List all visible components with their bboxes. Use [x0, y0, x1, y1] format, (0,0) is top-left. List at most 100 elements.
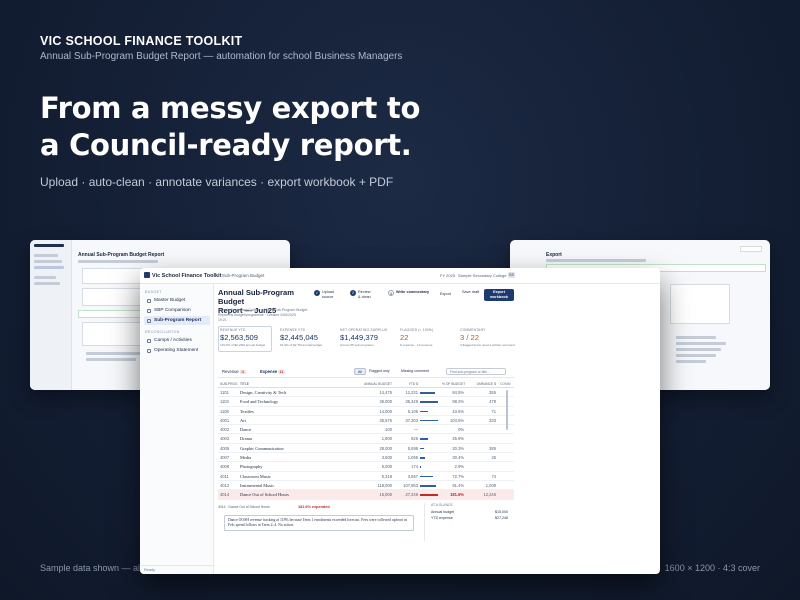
table-row[interactable]: 4014 Dance Out of School Hours 15,000 27,24…: [218, 490, 514, 500]
percent-bar: [420, 438, 429, 441]
cell-code: 4001: [220, 417, 230, 423]
cell-title: Media: [240, 455, 252, 461]
sidebar-item-sbp-comparison[interactable]: SBP Comparison: [144, 306, 210, 315]
cell-variance: 333: [489, 417, 496, 423]
app-logo[interactable]: Vic School Finance Toolkit: [144, 272, 221, 279]
col-comment[interactable]: COMM: [500, 381, 510, 388]
detail-panel: 4014 · Dance Out of School Hours 181.6% …: [218, 503, 514, 551]
filter-missing-comment[interactable]: Missing comment: [398, 368, 432, 375]
cell-title: Art: [240, 417, 246, 423]
table-row[interactable]: 1108 Textiles 14,000 6,106 43.6% 71: [218, 407, 514, 416]
cell-title: Dance: [240, 427, 252, 433]
table-row[interactable]: 1103 Food and Technology 36,000 35,349 98.2%…: [218, 397, 514, 407]
cell-variance: 355: [489, 390, 496, 395]
cell-ytd: 5,695: [407, 445, 418, 451]
fiscal-year[interactable]: FY 2025: [440, 273, 455, 278]
percent-bar: [420, 401, 438, 403]
glance-row: YTD expense $27,246: [431, 515, 510, 521]
col-variance[interactable]: VARIANCE $: [468, 381, 496, 388]
col-ytd[interactable]: YTD $: [396, 381, 418, 388]
sidebar-item-label: SBP Comparison: [154, 308, 191, 313]
avatar[interactable]: SS: [508, 272, 515, 278]
footer-note: Sample data shown — all: [40, 563, 143, 573]
cell-annual: 118,000: [377, 482, 393, 488]
table-row[interactable]: 4011 Classroom Music 5,319 3,867 72.7% 74: [218, 472, 514, 481]
sidebar-item-camps[interactable]: Camps / Activities: [144, 336, 210, 345]
search-input[interactable]: Find sub-program or title…: [446, 368, 506, 375]
cell-pct: 2.9%: [454, 464, 464, 470]
cell-pct: 45.9%: [452, 436, 464, 442]
table-row[interactable]: 4012 Instrumental Music 118,000 107,853 91.4…: [218, 481, 514, 491]
glance-key: YTD expense: [431, 516, 453, 520]
preview-right-title: Export: [546, 252, 562, 258]
kpi-expense: EXPENSE YTD $2,445,045 91.9% of $2.7M annu…: [280, 328, 336, 360]
kpi-commentary: COMMENTARY 3 / 22 3 flagged items need a w…: [460, 328, 516, 360]
col-pct[interactable]: % OF BUDGET: [442, 381, 465, 388]
tagline: Upload · auto-clean · annotate variances…: [40, 175, 394, 189]
logo-icon: [144, 272, 150, 278]
cell-code: 4011: [220, 473, 229, 479]
table-row[interactable]: 1101 Design, Creativity & Tech 14,475 12,23…: [218, 388, 514, 398]
kpi-label: COMMENTARY: [460, 328, 486, 332]
table-row[interactable]: 4003 Drama 1,800 826 45.9%: [218, 434, 514, 444]
cell-title: Photography: [240, 464, 263, 470]
cell-annual: 6,000: [381, 464, 392, 470]
table-row[interactable]: 4005 Graphic Communication 28,000 5,695 20.3…: [218, 444, 514, 454]
col-annual[interactable]: ANNUAL BUDGET: [364, 381, 392, 388]
app-window: Vic School Finance Toolkit Sub-Program B…: [140, 268, 660, 574]
tab-expense[interactable]: Expense 11: [260, 369, 285, 374]
table-row[interactable]: 4001 Art 35,675 37,303 104.6% 333: [218, 416, 514, 426]
table-row[interactable]: 4007 Media 3,500 1,065 30.4% 25: [218, 453, 514, 463]
kpi-surplus: NET OPERATING SURPLUS $1,449,379 Across 55…: [340, 328, 396, 360]
cell-pct: 30.4%: [452, 455, 464, 461]
check-icon: ✓: [314, 290, 320, 296]
breadcrumb[interactable]: Sub-Program Budget: [222, 273, 264, 278]
percent-bar: [420, 475, 434, 478]
tab-label: Expense: [260, 369, 278, 374]
cell-variance: 12,246: [483, 492, 496, 498]
table-row[interactable]: 4002 Dance 100 — 0%: [218, 425, 514, 435]
statement-icon: [147, 348, 151, 353]
school-name[interactable]: Sample Secondary College: [458, 273, 506, 278]
cell-title: Design, Creativity & Tech: [240, 390, 287, 395]
cell-pct: 72.7%: [452, 473, 464, 479]
filter-flagged-only[interactable]: Flagged only: [366, 368, 393, 375]
preview-sidebar: [30, 240, 72, 390]
kpi-flagged: FLAGGED (> 100%) 22 8 expense · 14 revenue: [400, 328, 456, 360]
status-bar: Ready: [140, 565, 214, 574]
commentary-field[interactable]: Dance OOSH revenue tracking at 118% beca…: [224, 515, 414, 531]
sidebar-item-sub-program-report[interactable]: Sub-Program Report: [144, 316, 210, 325]
tab-revenue[interactable]: Revenue 11: [222, 369, 247, 374]
cell-ytd: 12,231: [405, 390, 418, 395]
cell-ytd: 35,349: [405, 399, 418, 405]
sidebar-item-operating-statement[interactable]: Operating Statement: [144, 346, 210, 355]
save-draft-button[interactable]: Save draft: [462, 290, 480, 295]
filter-all[interactable]: All: [354, 368, 366, 375]
cell-code: 4007: [220, 455, 230, 461]
sidebar-section-budget: BUDGET: [145, 290, 162, 294]
export-workbook-button[interactable]: Export workbook: [484, 289, 514, 301]
table-row[interactable]: 4008 Photography 6,000 174 2.9%: [218, 462, 514, 472]
kpi-sub: 8 expense · 14 revenue: [400, 343, 433, 347]
sidebar-section-reconciliation: RECONCILIATION: [145, 330, 180, 334]
sidebar-item-master-budget[interactable]: Master Budget: [144, 296, 210, 305]
page-title-line-1: Annual Sub-Program Budget: [218, 288, 294, 306]
col-code[interactable]: SUB-PROG: [220, 381, 238, 388]
col-title[interactable]: TITLE: [240, 381, 249, 388]
report-icon: [147, 318, 151, 323]
export-button[interactable]: Export: [440, 292, 451, 296]
step-upload[interactable]: ✓ Upload source: [314, 290, 362, 300]
cell-annual: 1,800: [381, 436, 392, 442]
report-meta-3: 19:21: [218, 318, 227, 322]
cell-pct: 181.6%: [450, 492, 464, 498]
cell-code: 4005: [220, 445, 230, 451]
percent-bar: [420, 447, 424, 450]
cell-pct: 98.2%: [452, 399, 464, 405]
cell-variance: 71: [491, 408, 496, 414]
headline-line-1: From a messy export to: [40, 91, 421, 125]
app-logo-text: Vic School Finance Toolkit: [152, 273, 222, 279]
headline-line-2: a Council-ready report.: [40, 128, 412, 162]
table-scrollbar[interactable]: [506, 390, 508, 430]
step-commentary[interactable]: 3 Write commentary: [388, 290, 436, 296]
cell-title: Classroom Music: [240, 473, 271, 479]
